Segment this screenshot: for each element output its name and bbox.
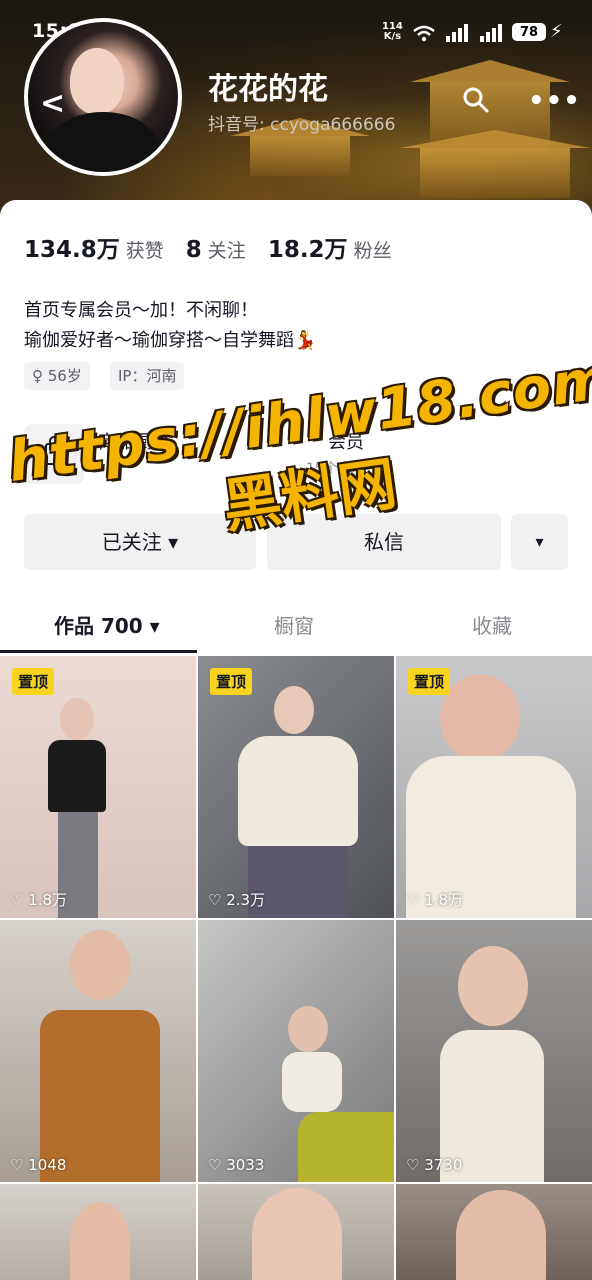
pinned-badge: 置顶 [408, 668, 451, 695]
person-figure [48, 740, 106, 812]
person-figure [298, 1112, 394, 1182]
ip-tag: IP：河南 [110, 362, 185, 390]
person-figure [238, 736, 358, 846]
person-figure [440, 674, 520, 762]
video-likes-count: 1048 [28, 1156, 67, 1174]
bio-line: 瑜伽爱好者～瑜伽穿搭～自学舞蹈💃 [24, 330, 317, 351]
video-likes-count: 1.8万 [424, 891, 464, 909]
tab-favorites[interactable]: 收藏 [472, 610, 512, 639]
followers-label: 粉丝 [353, 240, 392, 262]
net-speed-unit: K/s [383, 31, 402, 42]
video-likes: ♡ 2.3万 [208, 891, 266, 909]
video-likes: ♡ 1.8万 [10, 891, 68, 909]
pinned-badge: 置顶 [210, 668, 253, 695]
wifi-icon [413, 25, 435, 42]
video-likes: ♡ 3033 [208, 1156, 265, 1174]
person-figure [70, 930, 130, 1000]
avatar-face [70, 48, 124, 114]
back-icon[interactable]: < [40, 86, 65, 121]
charging-icon: ⚡ [550, 21, 563, 42]
banner-building [250, 136, 350, 176]
video-thumbnail[interactable]: ♡ 3730 [396, 920, 592, 1182]
banner-roof [400, 130, 590, 148]
likes-label: 获赞 [125, 240, 164, 262]
person-figure [60, 698, 94, 740]
more-icon[interactable]: ••• [528, 86, 581, 116]
more-actions-button[interactable]: ▾ [511, 514, 568, 570]
age-tag: ♀ 56岁 [24, 362, 90, 390]
video-thumbnail[interactable]: ♡ 3033 [198, 920, 394, 1182]
banner-building [420, 148, 570, 198]
signal-icon [446, 24, 468, 42]
pinned-badge: 置顶 [12, 668, 55, 695]
battery-indicator: 78 [512, 23, 546, 41]
video-thumbnail[interactable]: ♡ 1048 [0, 920, 196, 1182]
video-thumbnail[interactable]: 置顶 ♡ 2.3万 [198, 656, 394, 918]
following-count[interactable]: 8 [186, 237, 202, 263]
following-label: 关注 [207, 240, 246, 262]
search-icon[interactable] [462, 86, 490, 114]
video-likes-count: 3033 [226, 1156, 265, 1174]
person-figure [274, 686, 314, 734]
douyin-id[interactable]: 抖音号: ccyoga666666 [208, 110, 395, 135]
video-thumbnail[interactable]: 置顶 ♡ 1.8万 [0, 656, 196, 918]
video-thumbnail[interactable]: 置顶 ♡ 1.8万 [396, 656, 592, 918]
network-speed: 114 K/s [382, 22, 403, 42]
banner-roof [410, 60, 570, 82]
avatar-body [48, 112, 158, 172]
person-figure [456, 1190, 546, 1280]
video-likes-count: 1.8万 [28, 891, 68, 909]
person-figure [288, 1006, 328, 1052]
person-figure [252, 1188, 342, 1280]
signal-icon [480, 24, 502, 42]
video-likes: ♡ 3730 [406, 1156, 463, 1174]
following-button[interactable]: 已关注 ▾ [24, 514, 256, 570]
person-figure [70, 1202, 130, 1280]
person-figure [458, 946, 528, 1026]
tab-indicator [0, 650, 197, 653]
profile-stats: 134.8万 获赞 8 关注 18.2万 粉丝 [24, 230, 414, 263]
video-thumbnail[interactable] [396, 1184, 592, 1280]
person-figure [282, 1052, 342, 1112]
video-likes: ♡ 1048 [10, 1156, 67, 1174]
tab-works[interactable]: 作品 700 ▾ [54, 610, 160, 639]
bio-line: 首页专属会员～加！不闲聊！ [24, 300, 258, 321]
video-thumbnail[interactable] [0, 1184, 196, 1280]
video-likes: ♡ 1.8万 [406, 891, 464, 909]
video-likes-count: 2.3万 [226, 891, 266, 909]
likes-count[interactable]: 134.8万 [24, 237, 120, 263]
video-thumbnail[interactable] [198, 1184, 394, 1280]
profile-nickname: 花花的花 [208, 72, 328, 107]
tab-showcase[interactable]: 橱窗 [274, 610, 314, 639]
video-likes-count: 3730 [424, 1156, 463, 1174]
followers-count[interactable]: 18.2万 [268, 237, 348, 263]
